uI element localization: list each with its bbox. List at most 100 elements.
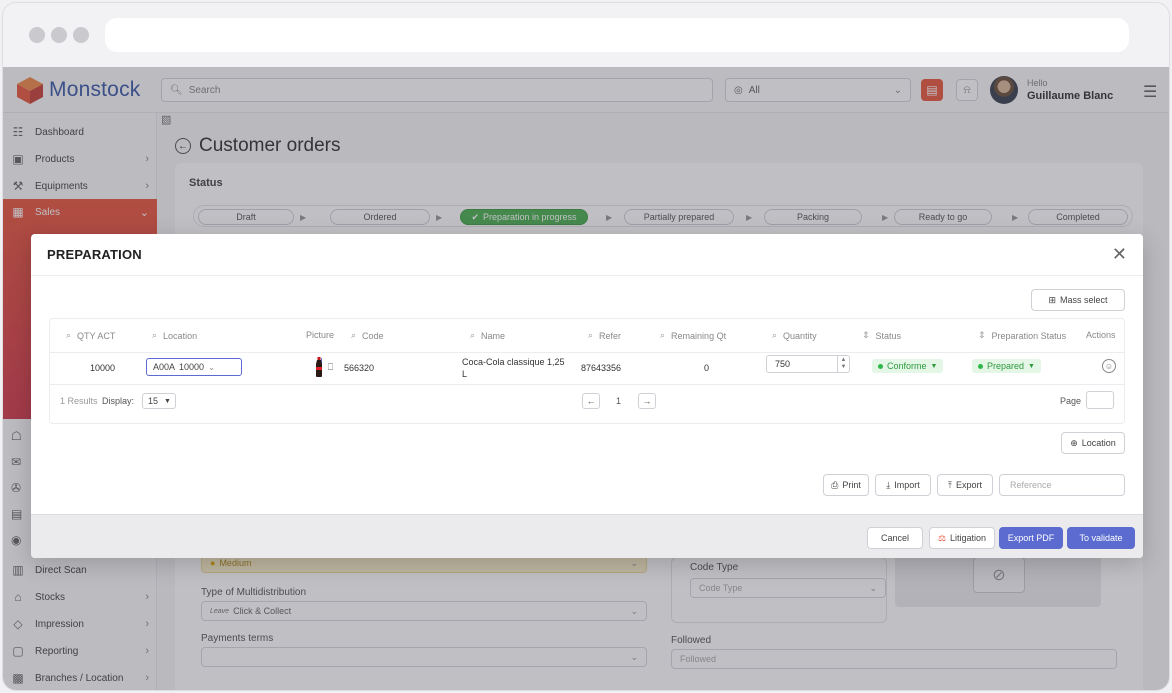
status-value: Conforme <box>887 361 927 371</box>
chevron-down-icon: ▼ <box>930 362 938 370</box>
sort-icon: ⇕ <box>862 330 870 340</box>
quantity-value: 750 <box>775 359 791 369</box>
status-dot-icon <box>978 363 983 369</box>
download-icon: ⤓ <box>886 479 891 490</box>
modal-header: PREPARATION ✕ <box>31 234 1143 276</box>
status-dot-icon <box>878 363 883 369</box>
window-dot[interactable] <box>73 27 89 43</box>
col-label: Picture <box>306 330 335 340</box>
display-select[interactable]: 15 ▼ <box>142 393 176 409</box>
search-icon: ⌕ <box>351 330 357 340</box>
search-icon: ⌕ <box>470 330 476 340</box>
col-reference[interactable]: ⌕ Refer <box>588 330 621 341</box>
upload-icon: ⤒ <box>948 479 952 490</box>
chevron-down-icon: ⌄ <box>208 362 215 372</box>
cell-code: 566320 <box>344 363 375 373</box>
prep-status-value: Prepared <box>987 361 1025 371</box>
col-label: Location <box>163 330 198 341</box>
sort-icon: ⇕ <box>978 330 986 340</box>
import-button[interactable]: ⤓ Import <box>875 474 931 496</box>
reference-placeholder: Reference <box>1010 480 1052 490</box>
cell-name-line1: Coca-Cola classique 1,25 <box>462 357 565 367</box>
col-name[interactable]: ⌕ Name <box>470 330 505 341</box>
col-label: Actions <box>1086 330 1116 340</box>
chevron-down-icon: ▼ <box>1028 362 1035 370</box>
mass-select-label: Mass select <box>1060 295 1108 305</box>
window-dot[interactable] <box>29 27 45 43</box>
col-label: Preparation Status <box>991 330 1067 341</box>
grid-icon: ⊞ <box>1048 294 1057 305</box>
address-bar[interactable] <box>105 18 1129 52</box>
export-pdf-label: Export PDF <box>1007 533 1055 543</box>
close-icon[interactable]: ✕ <box>1112 244 1127 265</box>
display-value: 15 <box>148 396 159 406</box>
cell-name-line2: L <box>462 369 468 379</box>
print-button[interactable]: ⎙ Print <box>823 474 869 496</box>
col-label: Code <box>362 330 384 341</box>
mass-select-button[interactable]: ⊞ Mass select <box>1031 289 1125 311</box>
location-select[interactable]: A00A 10000 ⌄ ⎕ <box>146 358 333 376</box>
window-dot[interactable] <box>51 27 67 43</box>
col-code[interactable]: ⌕ Code <box>351 330 384 341</box>
litigation-label: Litigation <box>950 533 987 543</box>
preparation-table: ⌕ QTY ACT ⌕ Location Picture ⌕ Code ⌕ Name ⌕… <box>49 318 1125 424</box>
litigation-icon: ⚖ <box>937 532 947 543</box>
browser-window: Monstock 🔍︎ Search ◎ All ⌄ ▤ ⍾ Hello Gui… <box>2 2 1170 691</box>
col-quantity[interactable]: ⌕ Quantity <box>772 330 817 341</box>
export-label: Export <box>955 480 982 490</box>
trash-icon[interactable]: ⎕ <box>321 358 339 376</box>
chevron-down-icon: ▼ <box>164 397 171 405</box>
results-count: 1 Results <box>60 396 98 406</box>
col-label: Refer <box>599 330 622 341</box>
col-location[interactable]: ⌕ Location <box>152 330 197 341</box>
header-divider <box>50 352 1124 353</box>
actions-menu-icon[interactable]: ☺ <box>1102 359 1116 373</box>
page-number-input[interactable] <box>1086 391 1114 409</box>
row-divider <box>50 384 1124 385</box>
col-label: QTY ACT <box>77 330 116 341</box>
col-prep-status[interactable]: ⇕ Preparation Status <box>978 330 1066 341</box>
reference-input[interactable]: Reference <box>999 474 1125 496</box>
current-page: 1 <box>616 396 622 406</box>
cell-qty-act: 10000 <box>90 363 116 373</box>
product-picture <box>316 357 322 377</box>
location-qty: 10000 <box>179 362 205 372</box>
prev-page-button[interactable]: ← <box>582 393 600 409</box>
quantity-stepper[interactable]: 750 ▲ ▼ <box>766 355 850 373</box>
page-label: Page <box>1060 396 1082 406</box>
status-badge[interactable]: Conforme ▼ <box>872 359 944 373</box>
spinner-icon[interactable]: ▲ ▼ <box>837 356 849 372</box>
plus-circle-icon: ⊕ <box>1070 437 1078 448</box>
search-icon: ⌕ <box>588 330 594 340</box>
search-icon: ⌕ <box>660 330 666 340</box>
litigation-button[interactable]: ⚖ Litigation <box>929 527 995 549</box>
arrow-right-icon: → <box>642 396 652 406</box>
col-status[interactable]: ⇕ Status <box>862 330 901 341</box>
modal-title: PREPARATION <box>47 247 142 262</box>
validate-button[interactable]: To validate <box>1067 527 1135 549</box>
preparation-modal: PREPARATION ✕ ⊞ Mass select ⌕ QTY ACT ⌕ Lo… <box>31 234 1143 558</box>
col-picture: Picture <box>306 330 334 340</box>
arrow-down-icon: ▼ <box>840 364 847 370</box>
validate-label: To validate <box>1079 533 1123 543</box>
cell-remaining: 0 <box>704 363 710 373</box>
display-label: Display: <box>102 396 135 406</box>
import-label: Import <box>894 480 920 490</box>
col-remaining[interactable]: ⌕ Remaining Qt <box>660 330 726 341</box>
search-icon: ⌕ <box>152 330 158 340</box>
printer-icon: ⎙ <box>831 479 839 490</box>
export-button[interactable]: ⤒ Export <box>937 474 993 496</box>
arrow-up-icon: ▲ <box>840 357 847 363</box>
export-pdf-button[interactable]: Export PDF <box>999 527 1063 549</box>
col-qty-act[interactable]: ⌕ QTY ACT <box>66 330 115 341</box>
search-icon: ⌕ <box>66 330 72 340</box>
prep-status-badge[interactable]: Prepared ▼ <box>972 359 1041 373</box>
print-label: Print <box>842 480 861 490</box>
col-actions: Actions <box>1086 330 1116 340</box>
modal-footer: Cancel ⚖ Litigation Export PDF To valida… <box>31 514 1143 558</box>
cancel-label: Cancel <box>880 533 909 543</box>
next-page-button[interactable]: → <box>638 393 656 409</box>
cancel-button[interactable]: Cancel <box>867 527 923 549</box>
location-button[interactable]: ⊕ Location <box>1061 432 1125 454</box>
col-label: Remaining Qt <box>671 330 727 341</box>
